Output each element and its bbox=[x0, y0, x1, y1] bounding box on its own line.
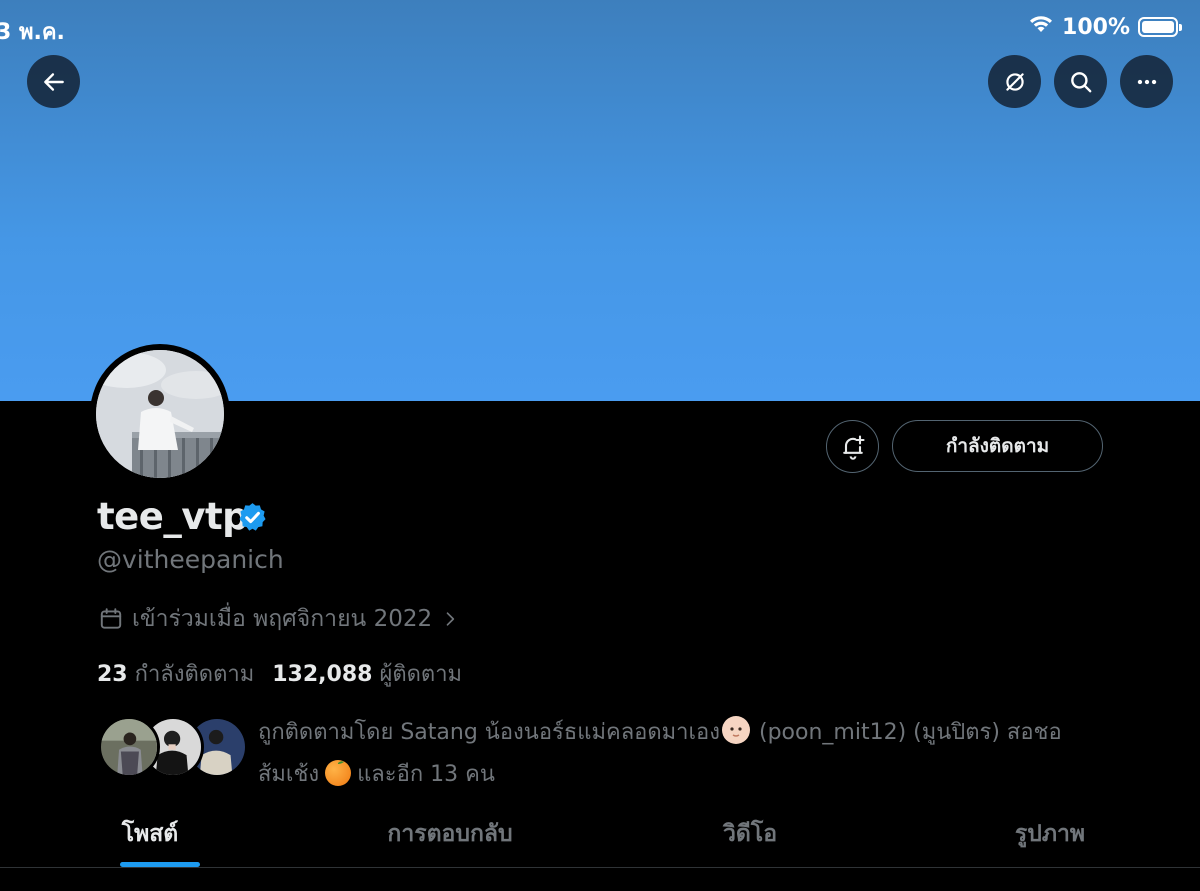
status-right: 100% bbox=[1028, 14, 1182, 40]
display-name: tee_vtp bbox=[97, 495, 249, 538]
followers-link[interactable]: 132,088 ผู้ติดตาม bbox=[272, 656, 462, 691]
mutual-avatar bbox=[98, 716, 160, 778]
following-link[interactable]: 23 กำลังติดตาม bbox=[97, 656, 254, 691]
circle-slash-icon bbox=[1005, 72, 1024, 91]
user-handle: @vitheepanich bbox=[97, 545, 284, 574]
back-button[interactable] bbox=[27, 55, 80, 108]
tab-videos[interactable]: วิดีโอ bbox=[600, 798, 900, 867]
baby-face-icon bbox=[722, 716, 750, 744]
search-button[interactable] bbox=[1054, 55, 1107, 108]
follow-counts: 23 กำลังติดตาม 132,088 ผู้ติดตาม bbox=[97, 656, 462, 691]
tangerine-icon bbox=[325, 760, 352, 786]
followed-by-text: ถูกติดตามโดย Satang น้องนอร์ธแม่คลอดมาเอ… bbox=[258, 712, 1118, 796]
verified-badge-icon[interactable] bbox=[236, 501, 269, 534]
status-time: 3 พ.ค. bbox=[0, 20, 65, 45]
profile-tabs: โพสต์ การตอบกลับ วิดีโอ รูปภาพ bbox=[0, 798, 1200, 868]
profile-avatar[interactable] bbox=[90, 344, 230, 484]
calendar-icon bbox=[100, 608, 122, 629]
grok-button[interactable] bbox=[988, 55, 1041, 108]
status-bar: 3 พ.ค. 100% bbox=[0, 0, 1200, 52]
tab-posts[interactable]: โพสต์ bbox=[0, 798, 300, 867]
followed-by-line1-tail: (poon_mit12) (มูนปิตร) สอชอ bbox=[759, 720, 1062, 745]
following-button[interactable]: กำลังติดตาม bbox=[892, 420, 1103, 472]
arrow-left-icon bbox=[43, 72, 64, 91]
battery-icon bbox=[1138, 17, 1182, 37]
battery-level bbox=[1142, 21, 1174, 33]
tab-replies[interactable]: การตอบกลับ bbox=[300, 798, 600, 867]
battery-percent: 100% bbox=[1062, 14, 1130, 40]
wifi-icon bbox=[1028, 14, 1054, 40]
chevron-right-icon bbox=[446, 612, 455, 626]
joined-date-row[interactable]: เข้าร่วมเมื่อ พฤศจิกายน 2022 bbox=[98, 601, 460, 637]
search-icon bbox=[1070, 71, 1091, 92]
following-count: 23 bbox=[97, 662, 128, 687]
followed-by-line2b: และอีก 13 คน bbox=[357, 762, 495, 787]
bell-plus-icon bbox=[842, 434, 865, 460]
followers-label: ผู้ติดตาม bbox=[379, 662, 463, 687]
followers-count: 132,088 bbox=[272, 662, 373, 687]
active-tab-indicator bbox=[120, 862, 200, 867]
mutual-avatars bbox=[98, 716, 248, 778]
avatar-photo bbox=[96, 350, 224, 478]
followed-by-line1: ถูกติดตามโดย Satang น้องนอร์ธแม่คลอดมาเอ… bbox=[258, 720, 720, 745]
joined-date: เข้าร่วมเมื่อ พฤศจิกายน 2022 bbox=[132, 606, 433, 632]
notification-button[interactable] bbox=[826, 420, 879, 473]
tab-photos[interactable]: รูปภาพ bbox=[900, 798, 1200, 867]
following-label: กำลังติดตาม bbox=[134, 662, 255, 687]
followed-by-row[interactable]: ถูกติดตามโดย Satang น้องนอร์ธแม่คลอดมาเอ… bbox=[98, 712, 1118, 787]
followed-by-line2a: ส้มเช้ง bbox=[258, 762, 320, 787]
more-horizontal-icon bbox=[1137, 79, 1156, 84]
more-button[interactable] bbox=[1120, 55, 1173, 108]
